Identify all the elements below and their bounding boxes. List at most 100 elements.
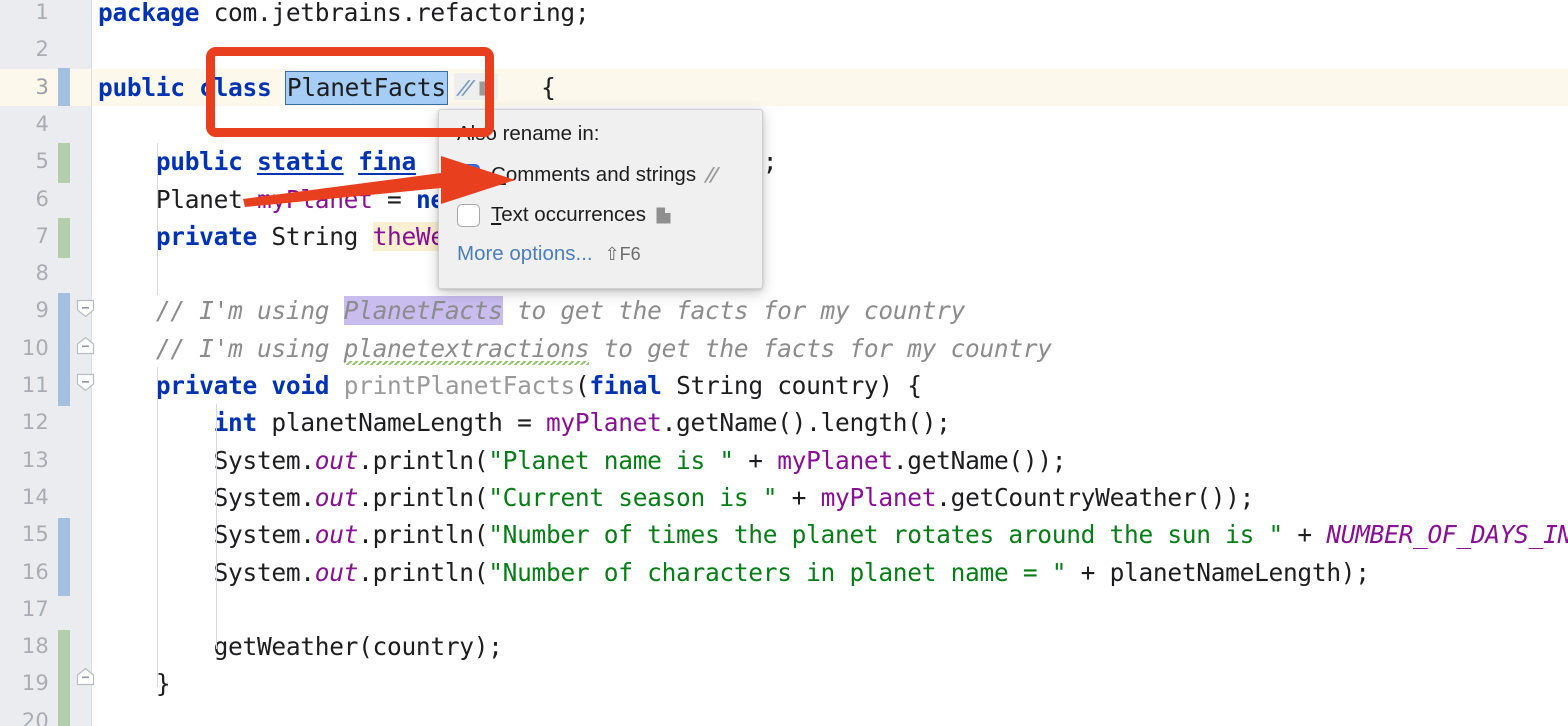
token-field-myplanet: myPlanet: [256, 184, 373, 214]
vcs-stripe-added-line-5[interactable]: [58, 143, 70, 183]
fold-marker-line-10[interactable]: [76, 336, 95, 355]
gutter-line-14: 14: [0, 479, 92, 516]
token-method-printplanetfacts: printPlanetFacts: [343, 371, 576, 400]
token-class-brace: {: [541, 72, 556, 102]
editor-gutter[interactable]: 1 2 3 4 5 6 7 8 9 10 11 12 13 14 15 16 1…: [0, 0, 92, 726]
code-line-10[interactable]: // I'm using planetextractions to get th…: [92, 330, 1568, 367]
token-keyword-package: package: [98, 0, 200, 27]
token-string-literal: "Current season is ": [488, 482, 778, 512]
code-line-2[interactable]: [92, 31, 1568, 68]
token-keyword-void: void: [271, 371, 330, 400]
line-number: 13: [21, 447, 49, 472]
gutter-line-6: 6: [0, 181, 92, 218]
code-line-15[interactable]: System.out.println("Number of times the …: [92, 516, 1568, 553]
fold-marker-line-19[interactable]: [76, 667, 95, 686]
code-line-3[interactable]: public class PlanetFacts // {: [92, 68, 1568, 106]
option-label-rest: ext occurrences: [501, 203, 646, 226]
token-keyword-final: fina: [358, 147, 416, 177]
token-plus: +: [777, 482, 821, 512]
line-number: 15: [21, 522, 49, 547]
code-line-6[interactable]: Planet myPlanet = ne ;: [92, 181, 1568, 218]
token-keyword-final: final: [589, 371, 662, 400]
option-mnemonic: T: [491, 203, 502, 226]
code-line-1[interactable]: package com.jetbrains.refactoring;: [92, 0, 1568, 31]
option-text-occurrences[interactable]: Text occurrences: [457, 200, 671, 230]
line-number: 16: [21, 559, 49, 584]
code-line-13[interactable]: System.out.println("Planet name is " + m…: [92, 442, 1568, 479]
token-plus: +: [1282, 520, 1327, 550]
text-occurrence-icon: [479, 76, 492, 96]
vcs-stripe-modified-lines-15-16[interactable]: [58, 518, 70, 596]
token-semicolon: ;: [762, 147, 778, 177]
token-var-planetnamelength: planetNameLength);: [1109, 557, 1370, 587]
gutter-line-8: 8: [0, 255, 92, 292]
token-static-field-out: out: [314, 520, 359, 550]
code-line-5[interactable]: public static fina _YEAR = 365;: [92, 143, 1568, 180]
vcs-stripe-added-lines-18-20[interactable]: [58, 630, 70, 726]
gutter-line-20: 20: [0, 703, 92, 726]
code-line-7[interactable]: private String theWe is";: [92, 218, 1568, 255]
line-number: 6: [35, 186, 49, 211]
gutter-line-18: 18: [0, 628, 92, 665]
rename-inplace-identifier[interactable]: PlanetFacts: [284, 70, 448, 105]
token-call-tail: .getName());: [892, 445, 1067, 475]
code-line-8[interactable]: [92, 255, 1568, 292]
checkbox-comments-and-strings[interactable]: [457, 163, 480, 187]
token-assignment: planetNameLength =: [256, 408, 546, 438]
code-line-18[interactable]: getWeather(country);: [92, 628, 1568, 665]
line-number: 14: [21, 484, 49, 509]
text-occurrence-icon: [656, 207, 671, 224]
token-call-chain: .getName().length();: [661, 408, 951, 438]
code-area[interactable]: package com.jetbrains.refactoring; publi…: [92, 0, 1568, 726]
fold-marker-line-11[interactable]: [76, 373, 95, 392]
token-keyword-static: static: [256, 147, 344, 177]
indent-guide-3: [216, 404, 217, 649]
token-println: .println(: [358, 482, 489, 512]
code-line-16[interactable]: System.out.println("Number of characters…: [92, 554, 1568, 591]
double-slash-comment-icon: //: [456, 76, 474, 99]
code-line-19[interactable]: }: [92, 665, 1568, 702]
line-number: 12: [21, 410, 49, 435]
token-brace-open: [498, 73, 541, 102]
code-line-12[interactable]: int planetNameLength = myPlanet.getName(…: [92, 404, 1568, 441]
also-rename-in-popup[interactable]: Also rename in: Comments and strings // …: [438, 109, 763, 289]
token-static-field-out: out: [314, 482, 359, 512]
token-static-field-out: out: [314, 557, 359, 587]
token-system: System.: [213, 557, 315, 587]
line-number: 19: [21, 671, 49, 696]
line-number: 11: [21, 373, 49, 397]
token-keyword-public: public: [155, 147, 243, 177]
token-println: .println(: [358, 520, 489, 550]
token-static-field-out: out: [314, 445, 359, 475]
more-options-link[interactable]: More options...: [457, 242, 593, 266]
gutter-line-1: 1: [0, 0, 92, 31]
token-package-path: com.jetbrains.refactoring;: [199, 0, 590, 27]
vcs-stripe-added-line-7[interactable]: [58, 218, 70, 258]
token-comment-suffix: to get the facts for my country: [589, 333, 1052, 363]
token-param-list: String country) {: [661, 371, 922, 400]
token-system: System.: [213, 520, 315, 550]
line-number: 3: [35, 74, 49, 99]
more-options-row[interactable]: More options... ⇧F6: [457, 242, 641, 266]
code-line-4[interactable]: [92, 106, 1568, 143]
vcs-stripe-modified-lines-9-11[interactable]: [58, 293, 70, 406]
fold-marker-line-9[interactable]: [76, 299, 95, 318]
code-line-14[interactable]: System.out.println("Current season is " …: [92, 479, 1568, 516]
line-number: 7: [35, 223, 49, 248]
line-number: 18: [21, 634, 49, 659]
option-comments-and-strings[interactable]: Comments and strings //: [457, 160, 719, 190]
line-number: 4: [35, 111, 49, 136]
option-label: Comments and strings: [491, 163, 696, 187]
line-number: 9: [35, 298, 49, 323]
code-line-20[interactable]: [92, 703, 1568, 726]
token-field-myplanet: myPlanet: [820, 482, 937, 512]
vcs-stripe-modified-line-3[interactable]: [58, 68, 70, 106]
code-line-9[interactable]: // I'm using PlanetFacts to get the fact…: [92, 292, 1568, 329]
popup-title: Also rename in:: [457, 122, 600, 145]
code-line-11[interactable]: private void printPlanetFacts(final Stri…: [92, 367, 1568, 404]
token-field-myplanet: myPlanet: [545, 408, 662, 438]
checkbox-text-occurrences[interactable]: [457, 203, 480, 227]
code-line-17[interactable]: [92, 591, 1568, 628]
inline-rename-hint-icons[interactable]: //: [453, 72, 498, 101]
token-call-tail: .getCountryWeather());: [936, 482, 1255, 512]
